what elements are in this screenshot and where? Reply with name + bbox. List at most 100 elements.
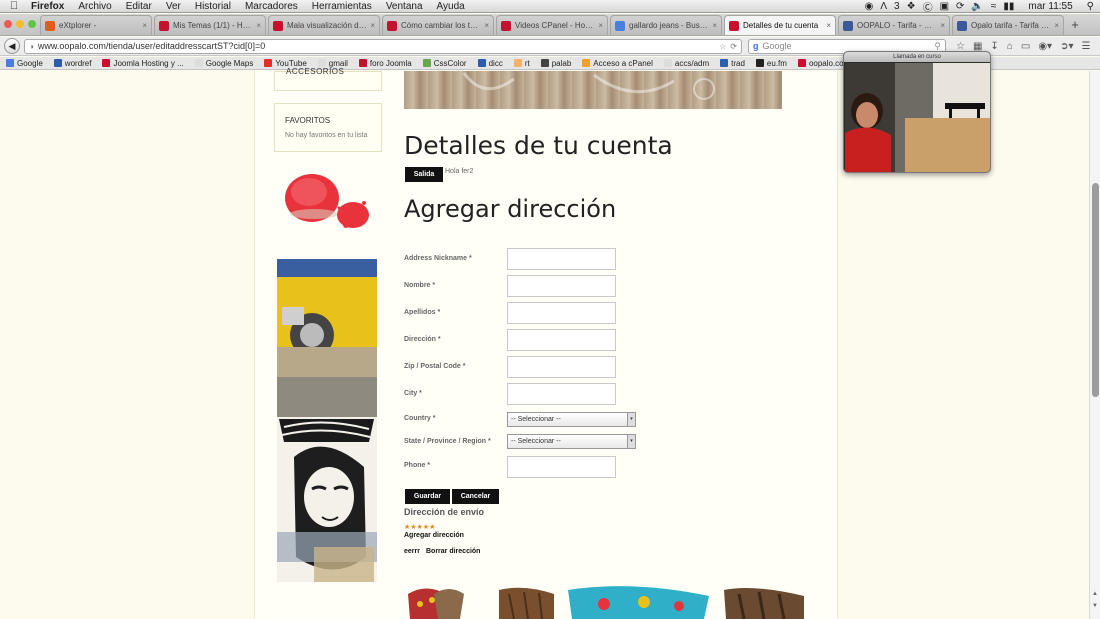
spotlight-search-icon[interactable]: ⚲ <box>1087 1 1094 12</box>
menubar-clock[interactable]: mar 11:55 <box>1021 1 1079 12</box>
google-search-engine-icon[interactable]: g <box>753 41 759 51</box>
bookmark-item[interactable]: accs/adm <box>663 59 709 68</box>
menu-archivo[interactable]: Archivo <box>71 1 118 12</box>
menu-ayuda[interactable]: Ayuda <box>430 1 472 12</box>
camera-icon[interactable]: ▣ <box>940 1 949 12</box>
bookmark-label[interactable]: CssColor <box>434 59 467 68</box>
field-input[interactable] <box>507 356 616 378</box>
browser-tab[interactable]: eXtplorer - × <box>40 15 152 35</box>
field-select[interactable]: -- Seleccionar -- ▾ <box>507 434 636 449</box>
tab-close-icon[interactable]: × <box>256 21 261 30</box>
bookmark-label[interactable]: eu.fm <box>767 59 787 68</box>
browser-tab[interactable]: Videos CPanel - Hostin... × <box>496 15 608 35</box>
bookmark-item[interactable]: rt <box>513 59 530 68</box>
bookmark-item[interactable]: wordref <box>53 59 92 68</box>
back-button[interactable]: ◀ <box>4 38 20 54</box>
downloads-icon[interactable]: ↧ <box>990 41 998 52</box>
menu-app-name[interactable]: Firefox <box>24 1 71 12</box>
field-input[interactable] <box>507 329 616 351</box>
bookmark-item[interactable]: eu.fm <box>755 59 787 68</box>
status-adobe-icon[interactable]: Λ <box>880 1 887 12</box>
browser-tab[interactable]: gallardo jeans - Buscar ...× <box>610 15 722 35</box>
tab-title[interactable]: Mis Temas (1/1) - Hosti... <box>173 21 253 30</box>
tab-close-icon[interactable]: × <box>1054 21 1059 30</box>
bookmark-item[interactable]: foro Joomla <box>358 59 412 68</box>
tab-title[interactable]: Detalles de tu cuenta <box>743 21 823 30</box>
address-nickname-text[interactable]: eerrr <box>404 548 420 555</box>
tab-title[interactable]: Mala visualización del c... <box>287 21 367 30</box>
tab-title[interactable]: Opalo tarifa - Tarifa - P... <box>971 21 1051 30</box>
field-input[interactable] <box>507 302 616 324</box>
delete-address-link[interactable]: Borrar dirección <box>426 548 480 555</box>
field-input[interactable] <box>507 248 616 270</box>
dropbox-icon[interactable]: ❖ <box>907 1 916 12</box>
minimize-window-button[interactable] <box>16 20 24 28</box>
menu-marcadores[interactable]: Marcadores <box>238 1 305 12</box>
close-window-button[interactable] <box>4 20 12 28</box>
zoom-window-button[interactable] <box>28 20 36 28</box>
bookmark-label[interactable]: Google Maps <box>206 59 254 68</box>
menu-herramientas[interactable]: Herramientas <box>305 1 379 12</box>
browser-tab[interactable]: OOPALO - Tarifa - Com...× <box>838 15 950 35</box>
chevron-down-icon[interactable]: ▾ <box>627 435 635 448</box>
menu-editar[interactable]: Editar <box>119 1 159 12</box>
tab-close-icon[interactable]: × <box>484 21 489 30</box>
skype-icon[interactable]: Ⓒ <box>923 0 933 14</box>
tab-title[interactable]: gallardo jeans - Buscar ... <box>629 21 709 30</box>
tab-title[interactable]: eXtplorer - <box>59 21 139 30</box>
bookmark-label[interactable]: rt <box>525 59 530 68</box>
hamburger-menu-icon[interactable]: ☰ <box>1081 41 1090 52</box>
tab-title[interactable]: Videos CPanel - Hostin... <box>515 21 595 30</box>
url-bar[interactable]: ◑ www.oopalo.com/tienda/user/editaddress… <box>24 38 742 54</box>
site-identity-icon[interactable]: ◑ <box>29 42 34 51</box>
bookmark-item[interactable]: Google Maps <box>194 59 254 68</box>
bookmark-label[interactable]: wordref <box>65 59 92 68</box>
status-app-icon[interactable]: ◉ <box>865 1 874 12</box>
scroll-up-arrow-icon[interactable]: ▲ <box>1092 591 1098 597</box>
menu-ver[interactable]: Ver <box>159 1 188 12</box>
field-input[interactable] <box>507 456 616 478</box>
add-address-link[interactable]: Agregar dirección <box>404 532 464 539</box>
tab-close-icon[interactable]: × <box>370 21 375 30</box>
tab-active[interactable]: Detalles de tu cuenta × <box>724 15 836 35</box>
tab-close-icon[interactable]: × <box>712 21 717 30</box>
share-icon[interactable]: ➲▾ <box>1060 41 1073 52</box>
search-placeholder[interactable]: Google <box>763 41 935 51</box>
bookmark-item[interactable]: dicc <box>477 59 503 68</box>
bookmark-item[interactable]: CssColor <box>422 59 467 68</box>
tab-title[interactable]: Cómo cambiar los texto... <box>401 21 481 30</box>
bookmark-label[interactable]: palab <box>552 59 572 68</box>
tab-close-icon[interactable]: × <box>826 21 831 30</box>
select-value[interactable]: -- Seleccionar -- <box>511 416 561 423</box>
sync-icon[interactable]: ⟳ <box>956 1 964 12</box>
bookmark-item[interactable]: Acceso a cPanel <box>582 59 653 68</box>
volume-icon[interactable]: 🔈 <box>971 1 983 12</box>
search-icon[interactable]: ⚲ <box>934 41 941 52</box>
addon-menu-icon[interactable]: ◉▾ <box>1038 41 1052 52</box>
browser-tab[interactable]: Mala visualización del c...× <box>268 15 380 35</box>
bookmark-item[interactable]: palab <box>540 59 572 68</box>
new-tab-button[interactable]: + <box>1066 15 1084 35</box>
menu-historial[interactable]: Historial <box>188 1 238 12</box>
bookmark-item[interactable]: Google <box>6 59 43 68</box>
browser-tab[interactable]: Opalo tarifa - Tarifa - P... × <box>952 15 1064 35</box>
bookmark-item[interactable]: trad <box>720 59 745 68</box>
url-text[interactable]: www.oopalo.com/tienda/user/editaddressca… <box>38 41 719 51</box>
video-call-window[interactable]: Llamada en curso <box>843 51 991 173</box>
bookmark-label[interactable]: Google <box>17 59 43 68</box>
bookmark-label[interactable]: accs/adm <box>675 59 709 68</box>
bookmark-label[interactable]: Joomla Hosting y ... <box>113 59 183 68</box>
scrollbar-thumb[interactable] <box>1092 183 1099 397</box>
chevron-down-icon[interactable]: ▾ <box>627 413 635 426</box>
cancel-button[interactable]: Cancelar <box>452 489 499 504</box>
select-value[interactable]: -- Seleccionar -- <box>511 438 561 445</box>
battery-icon[interactable]: ▮▮ <box>1003 1 1014 12</box>
extension-icon[interactable]: ▭ <box>1021 41 1030 52</box>
bookmark-star-icon[interactable]: ☆ <box>719 42 726 51</box>
tab-title[interactable]: OOPALO - Tarifa - Com... <box>857 21 937 30</box>
browser-tab[interactable]: Cómo cambiar los texto...× <box>382 15 494 35</box>
bookmarks-star-icon[interactable]: ☆ <box>956 41 965 52</box>
page-scrollbar[interactable]: ▲ ▼ <box>1089 71 1100 619</box>
wifi-icon[interactable]: ≈ <box>991 1 997 12</box>
reload-icon[interactable]: ⟳ <box>730 42 737 51</box>
